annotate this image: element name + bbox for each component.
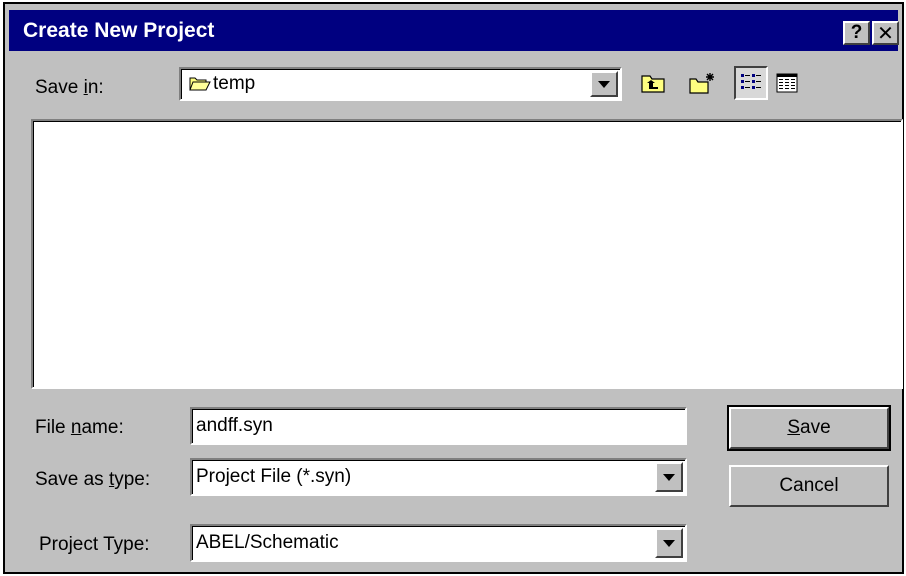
create-new-project-dialog: Create New Project ? ✕ Save in: temp Fil…	[3, 2, 904, 574]
file-name-label: File name:	[35, 417, 124, 438]
chevron-down-icon	[663, 539, 675, 547]
save-in-dropdown-arrow[interactable]	[590, 71, 618, 97]
details-view-icon	[776, 73, 798, 93]
chevron-down-icon	[663, 473, 675, 481]
title-bar[interactable]: Create New Project ? ✕	[9, 10, 899, 51]
save-as-type-label: Save as type:	[35, 469, 151, 490]
save-as-type-dropdown-arrow[interactable]	[655, 462, 683, 492]
list-view-button[interactable]	[734, 66, 768, 100]
project-type-label: Project Type:	[39, 534, 150, 555]
list-view-icon	[741, 74, 761, 89]
save-as-type-value: Project File (*.syn)	[196, 466, 352, 487]
file-name-value: andff.syn	[196, 415, 273, 436]
save-in-label: Save in:	[35, 77, 104, 98]
project-type-value: ABEL/Schematic	[196, 532, 339, 553]
dialog-title: Create New Project	[23, 19, 215, 42]
save-button[interactable]: Save	[727, 405, 891, 451]
save-in-value: temp	[189, 73, 255, 95]
folder-icon	[189, 77, 211, 91]
help-button[interactable]: ?	[843, 21, 870, 45]
save-as-type-dropdown[interactable]: Project File (*.syn)	[190, 458, 687, 496]
chevron-down-icon	[598, 80, 610, 88]
file-name-input[interactable]: andff.syn	[190, 407, 687, 445]
project-type-dropdown[interactable]: ABEL/Schematic	[190, 524, 687, 562]
up-one-level-icon	[641, 75, 665, 93]
cancel-button[interactable]: Cancel	[729, 465, 889, 507]
up-one-level-button[interactable]	[636, 66, 670, 100]
create-new-folder-icon	[689, 73, 714, 94]
save-in-dropdown[interactable]: temp	[179, 67, 622, 101]
close-button[interactable]: ✕	[872, 21, 899, 45]
details-view-button[interactable]	[770, 66, 804, 100]
create-new-folder-button[interactable]	[685, 66, 719, 100]
project-type-dropdown-arrow[interactable]	[655, 528, 683, 558]
file-list-view[interactable]	[31, 119, 903, 389]
